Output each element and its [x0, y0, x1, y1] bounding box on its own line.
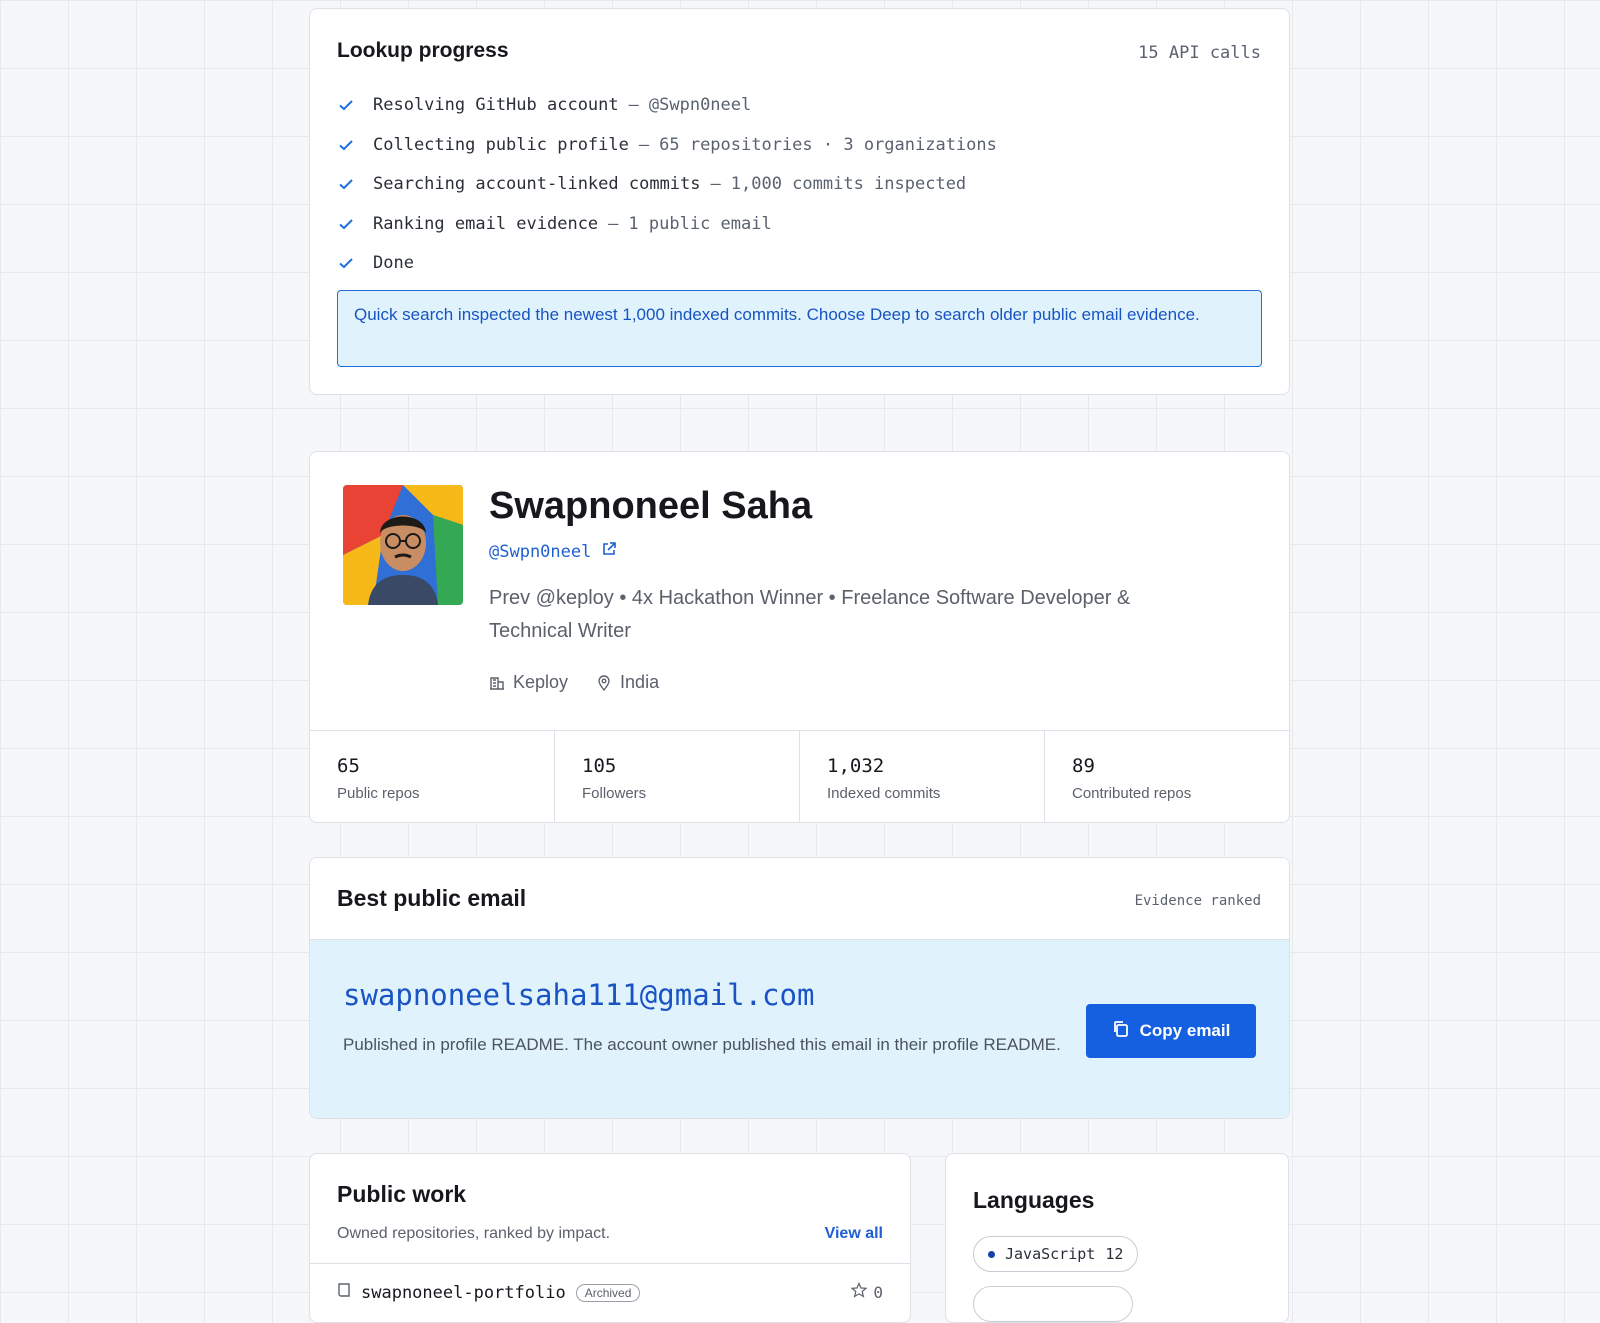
company-meta: Keploy: [489, 672, 568, 693]
stat-label: Contributed repos: [1072, 785, 1192, 802]
profile-bio: Prev @keploy • 4x Hackathon Winner • Fre…: [489, 587, 1131, 642]
stat-indexed-commits: 1,032 Indexed commits: [800, 731, 1045, 822]
step-detail: 65 repositories · 3 organizations: [659, 135, 997, 155]
step-label: Resolving GitHub account: [373, 95, 619, 115]
progress-step: Done: [337, 248, 414, 278]
quick-search-note: Quick search inspected the newest 1,000 …: [337, 290, 1262, 367]
language-name: JavaScript: [1005, 1245, 1096, 1263]
profile-handle-link[interactable]: @Swpn0neel: [489, 541, 617, 562]
check-icon: [337, 174, 357, 194]
profile-card: Swapnoneel Saha @Swpn0neel Prev @keploy …: [309, 451, 1290, 823]
language-color-dot: [988, 1250, 995, 1258]
language-count: 12: [1105, 1245, 1124, 1263]
repo-icon: [337, 1282, 351, 1303]
languages-title: Languages: [973, 1187, 1095, 1213]
best-email-card: Best public email Evidence ranked swapno…: [309, 857, 1290, 1119]
progress-step: Collecting public profile — 65 repositor…: [337, 130, 997, 160]
public-work-subtitle: Owned repositories, ranked by impact.: [337, 1225, 611, 1242]
stat-public-repos: 65 Public repos: [310, 731, 555, 822]
step-label: Searching account-linked commits: [373, 174, 701, 194]
step-separator: —: [710, 174, 721, 194]
building-icon: [489, 675, 505, 691]
language-pill[interactable]: [973, 1286, 1133, 1322]
location-meta: India: [596, 672, 659, 693]
check-icon: [337, 253, 357, 273]
repo-stars: 0: [850, 1282, 883, 1302]
languages-card: Languages JavaScript 12: [945, 1153, 1289, 1323]
stat-followers: 105 Followers: [555, 731, 800, 822]
email-address[interactable]: swapnoneelsaha111@gmail.com: [343, 978, 814, 1012]
step-detail: 1 public email: [628, 214, 772, 234]
avatar: [343, 485, 463, 605]
check-icon: [337, 135, 357, 155]
step-label: Collecting public profile: [373, 135, 629, 155]
profile-stats: 65 Public repos 105 Followers 1,032 Inde…: [310, 730, 1289, 822]
stat-value: 89: [1072, 755, 1095, 777]
check-icon: [337, 95, 357, 115]
step-label: Done: [373, 253, 414, 273]
copy-email-label: Copy email: [1139, 1021, 1231, 1040]
location-name: India: [620, 672, 660, 692]
progress-step: Resolving GitHub account — @Swpn0neel: [337, 90, 751, 120]
stat-value: 105: [582, 755, 617, 777]
stat-value: 1,032: [827, 755, 885, 777]
evidence-ranked-tag: Evidence ranked: [1134, 893, 1261, 909]
api-calls-count: 15 API calls: [1138, 43, 1261, 63]
divider: [310, 1263, 910, 1264]
stat-label: Indexed commits: [827, 785, 941, 802]
email-card-header: Best public email Evidence ranked: [310, 858, 1289, 940]
step-label: Ranking email evidence: [373, 214, 599, 234]
email-card-title: Best public email: [337, 885, 527, 911]
progress-title: Lookup progress: [337, 39, 509, 62]
copy-email-button[interactable]: Copy email: [1086, 1004, 1256, 1058]
profile-name: Swapnoneel Saha: [489, 485, 813, 527]
copy-icon: [1112, 1020, 1130, 1043]
map-pin-icon: [596, 674, 612, 691]
progress-step: Ranking email evidence — 1 public email: [337, 209, 772, 239]
stat-label: Followers: [582, 785, 647, 802]
email-card-body: swapnoneelsaha111@gmail.com Published in…: [310, 940, 1289, 1118]
check-icon: [337, 214, 357, 234]
stat-value: 65: [337, 755, 360, 777]
step-separator: —: [628, 95, 639, 115]
stat-contributed-repos: 89 Contributed repos: [1045, 731, 1289, 822]
step-separator: —: [608, 214, 619, 234]
external-link-icon[interactable]: [601, 541, 617, 562]
email-description: Published in profile README. The account…: [343, 1035, 1061, 1054]
profile-handle[interactable]: @Swpn0neel: [489, 542, 591, 562]
company-name: Keploy: [513, 672, 569, 692]
lookup-progress-card: Lookup progress 15 API calls Resolving G…: [309, 8, 1290, 395]
step-detail: @Swpn0neel: [648, 95, 752, 115]
public-work-title: Public work: [337, 1181, 467, 1207]
step-separator: —: [638, 135, 650, 155]
profile-meta: Keploy India: [489, 672, 659, 693]
stat-label: Public repos: [337, 785, 420, 802]
step-detail: 1,000 commits inspected: [730, 174, 967, 194]
view-all-link[interactable]: View all: [825, 1225, 883, 1243]
repo-row[interactable]: swapnoneel-portfolio Archived: [337, 1282, 641, 1303]
progress-step: Searching account-linked commits — 1,000…: [337, 169, 966, 199]
repo-name[interactable]: swapnoneel-portfolio: [361, 1283, 566, 1303]
public-work-card: Public work Owned repositories, ranked b…: [309, 1153, 911, 1323]
star-icon: [850, 1282, 868, 1302]
language-pill[interactable]: JavaScript 12: [973, 1236, 1139, 1272]
